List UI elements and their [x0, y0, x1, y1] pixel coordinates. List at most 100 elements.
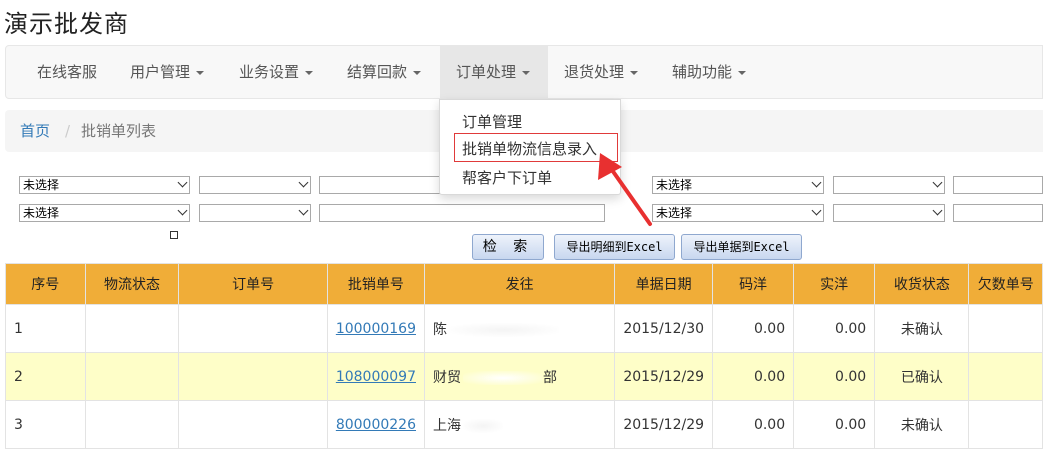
- caret-down-icon: [522, 70, 531, 75]
- redacted-blur: [463, 370, 543, 385]
- filter-text-4[interactable]: [953, 204, 1043, 222]
- nav-business-settings[interactable]: 业务设置: [239, 46, 314, 98]
- nav-user-management[interactable]: 用户管理: [130, 46, 205, 98]
- filter-select-1[interactable]: 未选择: [19, 176, 190, 194]
- table-row: 2 108000097 财贸 部 2015/12/29 0.00 0.00 已确认: [5, 352, 1043, 401]
- column-header: 收货状态: [874, 263, 970, 305]
- cell-receipt-status: 未确认: [874, 304, 970, 353]
- cell-doc-no: 800000226: [326, 400, 426, 449]
- chevron-down-icon: [177, 205, 188, 216]
- cell-list-price: 0.00: [712, 352, 795, 401]
- cell-owed-no: [968, 352, 1043, 401]
- column-header: 欠数单号: [968, 263, 1043, 305]
- filter-text-3[interactable]: [953, 176, 1043, 194]
- cell-seq: 2: [5, 352, 86, 401]
- select-value: 未选择: [23, 206, 60, 220]
- search-button[interactable]: 检 索: [472, 234, 544, 260]
- filter-select-3[interactable]: 未选择: [652, 176, 824, 194]
- column-header: 发往: [423, 263, 616, 305]
- chevron-down-icon: [298, 177, 309, 188]
- cell-destination: 陈: [423, 304, 616, 353]
- filter-select-2[interactable]: [199, 176, 311, 194]
- column-header: 批销单号: [326, 263, 426, 305]
- order-processing-dropdown: 订单管理 批销单物流信息录入 帮客户下订单: [439, 99, 621, 195]
- doc-number-link[interactable]: 100000169: [336, 321, 416, 337]
- nav-label: 在线客服: [37, 63, 98, 81]
- filter-select-8[interactable]: [833, 204, 945, 222]
- cell-logistics: [84, 352, 180, 401]
- cell-owed-no: [968, 400, 1043, 449]
- cell-seq: 3: [5, 400, 86, 449]
- small-checkbox[interactable]: [170, 231, 178, 239]
- filter-select-7[interactable]: 未选择: [652, 204, 824, 222]
- cell-owed-no: [968, 304, 1043, 353]
- cell-net-price: 0.00: [793, 400, 876, 449]
- breadcrumb-home-link[interactable]: 首页: [20, 110, 50, 152]
- column-header: 码洋: [712, 263, 795, 305]
- nav-label: 辅助功能: [672, 63, 733, 81]
- column-header: 实洋: [793, 263, 876, 305]
- cell-order-no: [178, 304, 328, 353]
- nav-online-service[interactable]: 在线客服: [37, 46, 97, 98]
- nav-settlement[interactable]: 结算回款: [347, 46, 422, 98]
- column-header: 单据日期: [614, 263, 714, 305]
- column-header: 物流状态: [84, 263, 180, 305]
- redacted-blur: [449, 322, 559, 337]
- nav-auxiliary[interactable]: 辅助功能: [672, 46, 747, 98]
- export-detail-button[interactable]: 导出明细到Excel: [554, 234, 675, 260]
- cell-date: 2015/12/29: [614, 400, 714, 449]
- filter-text-1[interactable]: [319, 176, 459, 194]
- chevron-down-icon: [811, 177, 822, 188]
- nav-label: 订单处理: [456, 63, 517, 81]
- cell-order-no: [178, 400, 328, 449]
- nav-label: 退货处理: [564, 63, 625, 81]
- nav-label: 用户管理: [130, 63, 191, 81]
- filter-select-5[interactable]: 未选择: [19, 204, 190, 222]
- app-title: 演示批发商: [4, 10, 129, 38]
- nav-returns[interactable]: 退货处理: [564, 46, 639, 98]
- select-value: 未选择: [656, 206, 693, 220]
- table-header-row: 序号 物流状态 订单号 批销单号 发往 单据日期 码洋 实洋 收货状态 欠数单号: [5, 263, 1043, 305]
- menu-item-place-order-for-customer[interactable]: 帮客户下订单: [462, 167, 552, 188]
- doc-number-link[interactable]: 108000097: [336, 369, 416, 385]
- cell-logistics: [84, 304, 180, 353]
- redacted-blur: [463, 418, 503, 433]
- filter-select-6[interactable]: [199, 204, 311, 222]
- doc-number-link[interactable]: 800000226: [336, 417, 416, 433]
- menu-item-logistics-entry[interactable]: 批销单物流信息录入: [462, 138, 597, 159]
- caret-down-icon: [305, 70, 314, 75]
- filter-select-4[interactable]: [833, 176, 945, 194]
- table-row: 3 800000226 上海 2015/12/29 0.00 0.00 未确认: [5, 400, 1043, 449]
- cell-logistics: [84, 400, 180, 449]
- nav-order-processing[interactable]: 订单处理: [440, 46, 548, 98]
- filter-text-2[interactable]: [319, 204, 605, 222]
- cell-destination: 财贸 部: [423, 352, 616, 401]
- cell-destination: 上海: [423, 400, 616, 449]
- select-value: 未选择: [23, 178, 60, 192]
- caret-down-icon: [196, 70, 205, 75]
- column-header: 序号: [5, 263, 86, 305]
- cell-doc-no: 108000097: [326, 352, 426, 401]
- cell-date: 2015/12/30: [614, 304, 714, 353]
- select-value: 未选择: [656, 178, 693, 192]
- chevron-down-icon: [298, 205, 309, 216]
- batch-order-table: 序号 物流状态 订单号 批销单号 发往 单据日期 码洋 实洋 收货状态 欠数单号…: [5, 263, 1043, 449]
- menu-item-order-management[interactable]: 订单管理: [462, 111, 522, 132]
- breadcrumb-separator: /: [65, 122, 71, 140]
- breadcrumb-current: 批销单列表: [81, 122, 157, 140]
- caret-down-icon: [413, 70, 422, 75]
- chevron-down-icon: [932, 205, 943, 216]
- chevron-down-icon: [932, 177, 943, 188]
- destination-tail: 部: [543, 369, 557, 386]
- export-document-button[interactable]: 导出单据到Excel: [681, 234, 802, 260]
- caret-down-icon: [630, 70, 639, 75]
- nav-label: 业务设置: [239, 63, 300, 81]
- column-header: 订单号: [178, 263, 328, 305]
- nav-label: 结算回款: [347, 63, 408, 81]
- cell-net-price: 0.00: [793, 304, 876, 353]
- destination-text: 上海: [433, 417, 461, 434]
- cell-net-price: 0.00: [793, 352, 876, 401]
- cell-seq: 1: [5, 304, 86, 353]
- caret-down-icon: [738, 70, 747, 75]
- chevron-down-icon: [811, 205, 822, 216]
